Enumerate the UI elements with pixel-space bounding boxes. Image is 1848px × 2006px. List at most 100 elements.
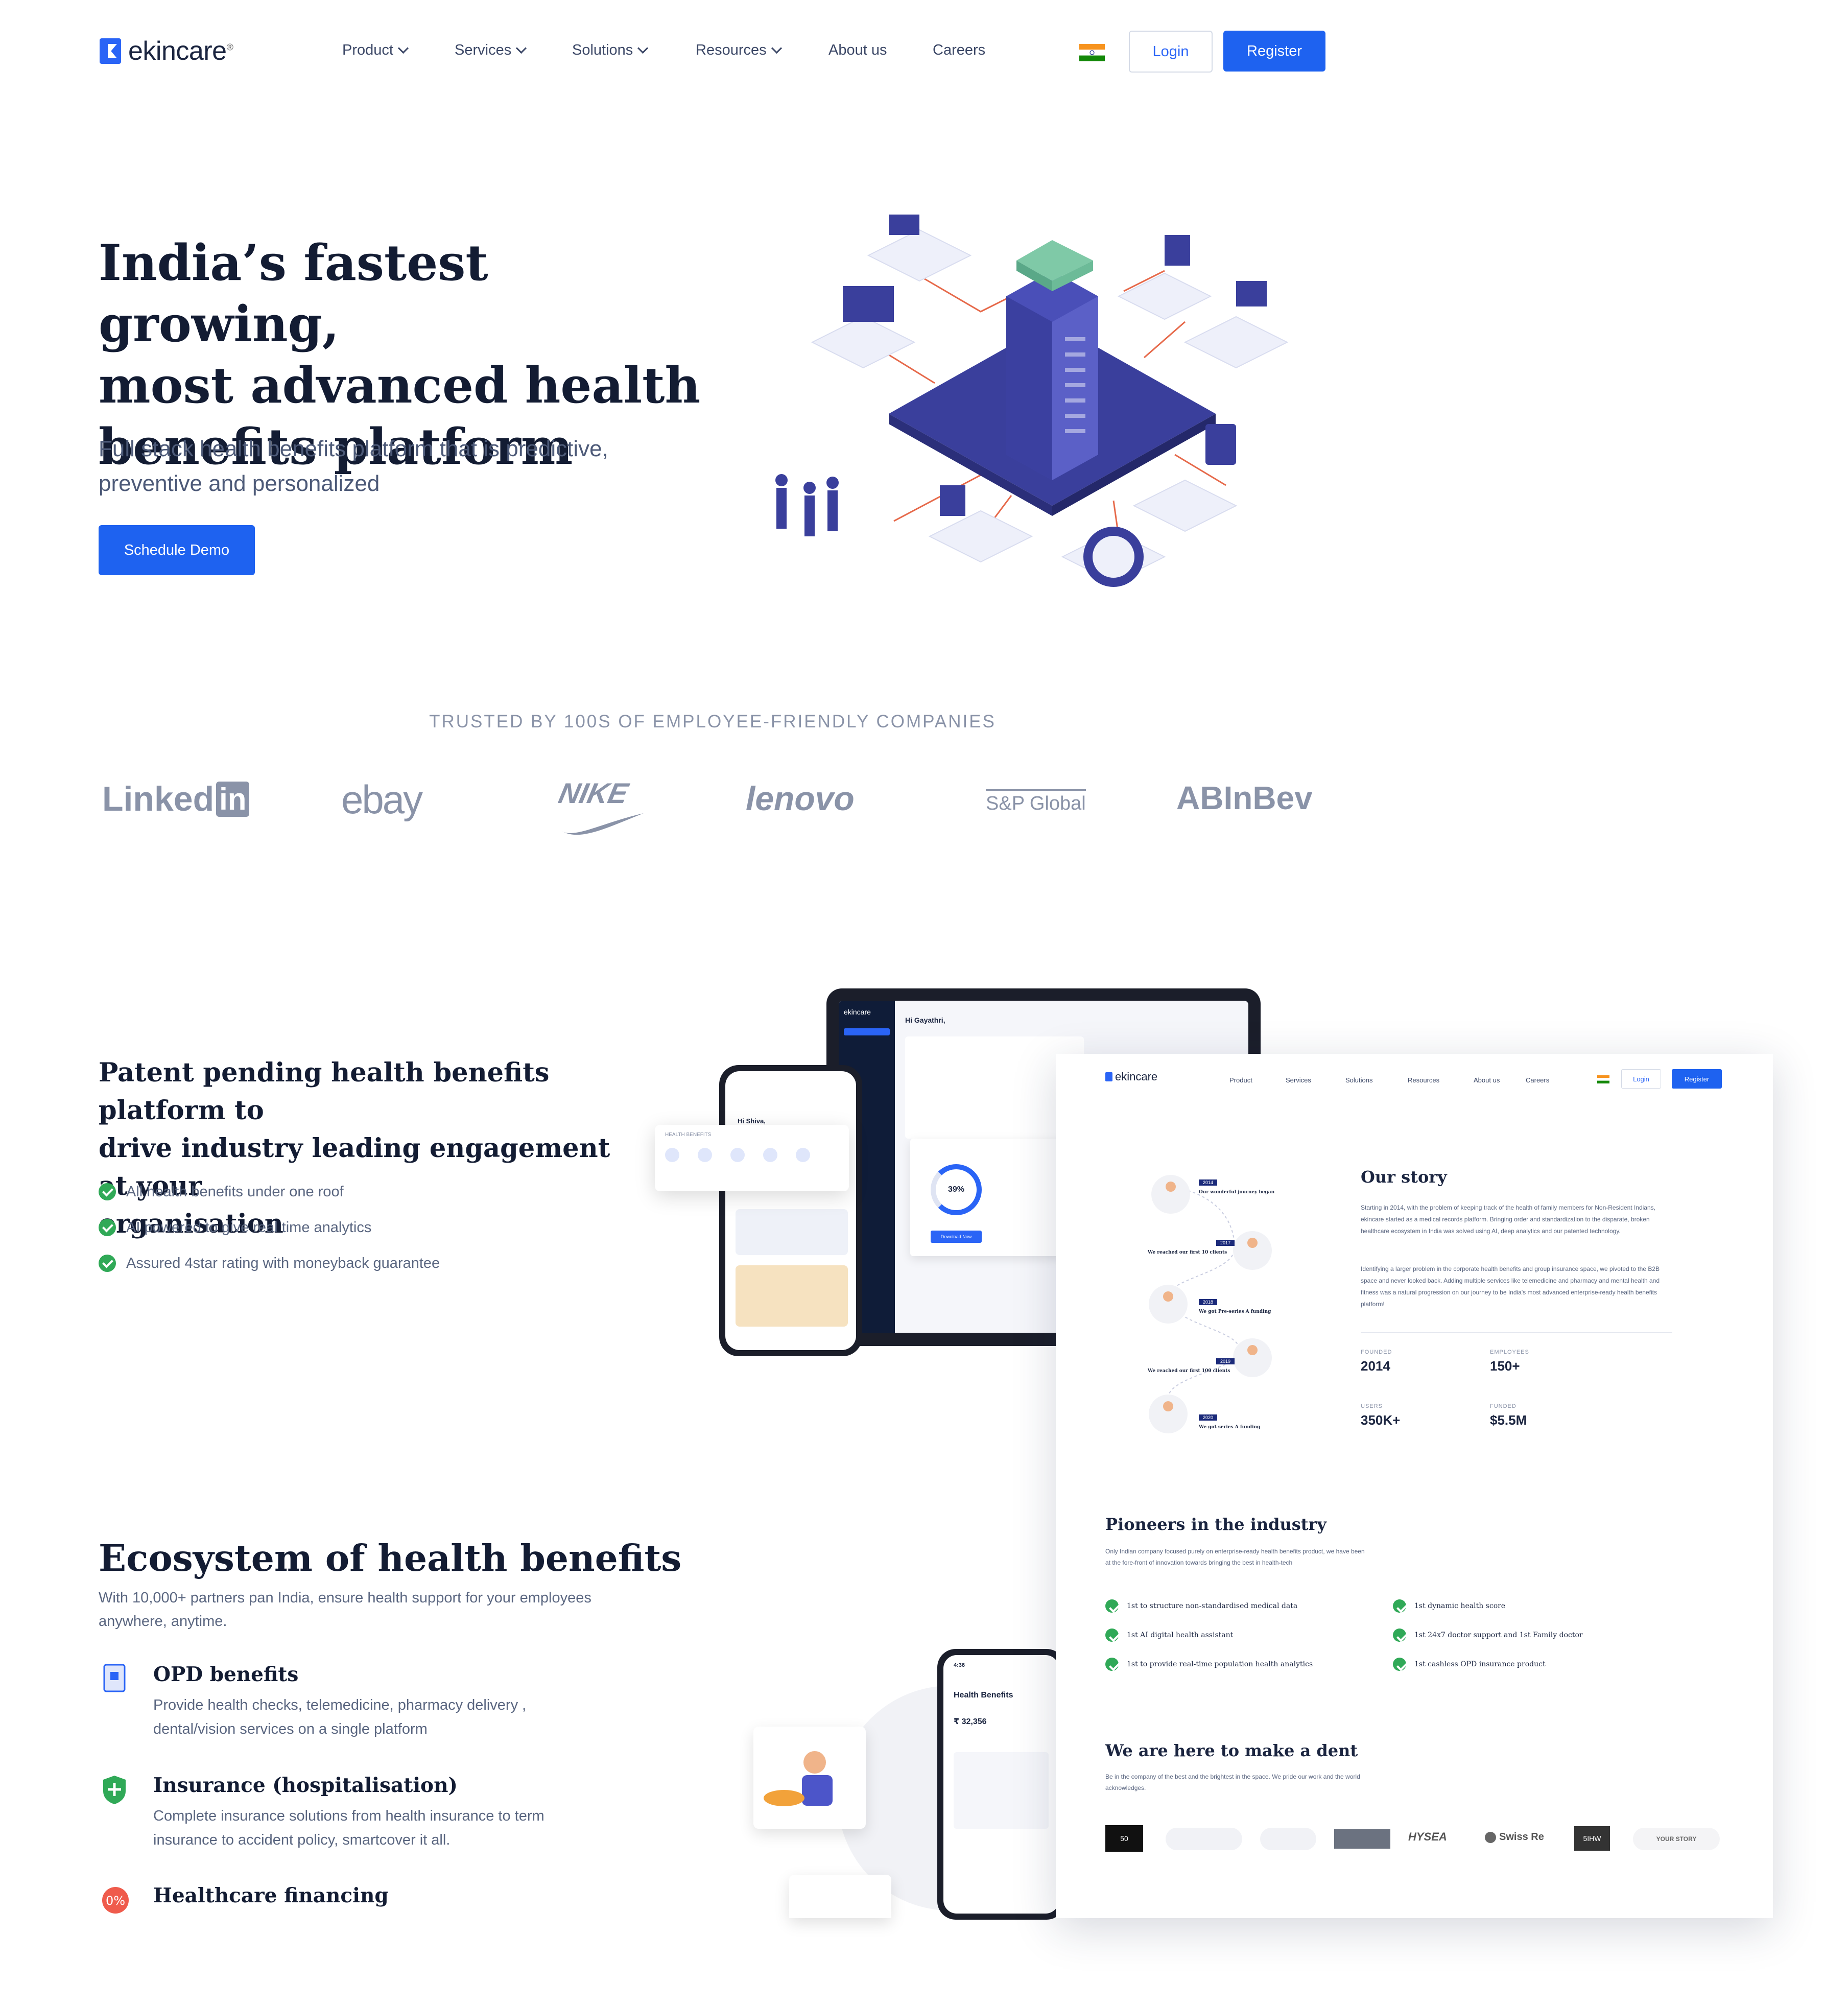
trusted-heading: TRUSTED BY 100S OF EMPLOYEE-FRIENDLY COM…: [429, 712, 996, 731]
nav-services[interactable]: Services: [455, 42, 527, 59]
check-icon: [99, 1183, 116, 1200]
timeline-item: 2014 Our wonderful journey began: [1199, 1179, 1275, 1195]
health-benefits-popup: HEALTH BENEFITS: [655, 1125, 849, 1191]
lenovo-logo: lenovo: [746, 780, 855, 817]
nav-resources[interactable]: Resources: [696, 42, 782, 59]
hero-subtitle: Full stack health benefits platform that…: [99, 436, 608, 496]
ebay-logo: ebay: [341, 777, 423, 822]
nav-careers[interactable]: Careers: [933, 42, 985, 59]
dent-title: We are here to make a dent: [1105, 1741, 1358, 1760]
pioneer-item: 1st AI digital health assistant: [1105, 1629, 1233, 1642]
login-button[interactable]: Login: [1129, 31, 1213, 73]
support-illustration-card: [789, 1875, 891, 1918]
nike-logo: NIKE: [556, 776, 646, 843]
pioneers-subtitle: Only Indian company focused purely on en…: [1105, 1548, 1365, 1566]
pioneer-item: 1st 24x7 doctor support and 1st Family d…: [1393, 1629, 1583, 1642]
abinbev-logo: ABInBev: [1176, 780, 1313, 816]
brand-logo[interactable]: ekincare®: [100, 36, 233, 66]
check-icon: [99, 1255, 116, 1272]
pioneer-item: 1st cashless OPD insurance product: [1393, 1658, 1546, 1671]
timeline-item: 2017 We reached our first 10 clients: [1148, 1240, 1235, 1256]
benefit-icon: [730, 1148, 745, 1162]
healthcare-financing-icon: 0%: [102, 1887, 129, 1914]
about-page-preview-card: ekincare Product Services Solutions Reso…: [1056, 1054, 1773, 1918]
ekincare-logo-icon: [100, 38, 121, 64]
card-nav-about-us: About us: [1474, 1076, 1500, 1084]
our-story-paragraph-1: Starting in 2014, with the problem of ke…: [1361, 1204, 1655, 1235]
sp-global-logo: S&P Global: [986, 789, 1086, 815]
benefit-icon: [796, 1148, 810, 1162]
award-logo: [1166, 1828, 1242, 1850]
check-icon: [1393, 1658, 1406, 1671]
india-flag-icon: [1597, 1075, 1609, 1083]
opd-benefits-icon: [103, 1664, 126, 1692]
stat-employees: EMPLOYEES 150+: [1490, 1349, 1529, 1374]
your-story-logo: YOUR STORY: [1633, 1828, 1720, 1850]
check-icon: [1105, 1658, 1119, 1671]
our-story-title: Our story: [1361, 1167, 1447, 1187]
card-login-button: Login: [1621, 1069, 1661, 1089]
feature-bullet: Assured 4star rating with moneyback guar…: [99, 1255, 440, 1272]
divider: [1361, 1332, 1672, 1333]
phone2-mockup: 4:36 Health Benefits ₹ 32,356: [937, 1649, 1065, 1920]
card-nav-careers: Careers: [1526, 1076, 1550, 1084]
timeline-item: 2018 We got Pre-series A funding: [1199, 1299, 1271, 1314]
chevron-down-icon: [637, 42, 649, 54]
brand-name: ekincare®: [128, 36, 233, 66]
check-icon: [1393, 1599, 1406, 1613]
award-logo: [1334, 1829, 1390, 1849]
nav-solutions[interactable]: Solutions: [572, 42, 649, 59]
schedule-demo-button[interactable]: Schedule Demo: [99, 525, 255, 575]
phone-mockup: Hi Shiva,: [719, 1065, 862, 1356]
stat-founded: FOUNDED 2014: [1361, 1349, 1392, 1374]
ekincare-logo-icon: [1105, 1072, 1112, 1081]
pioneer-item: 1st to provide real-time population heal…: [1105, 1658, 1313, 1671]
swiss-re-logo: Swiss Re: [1485, 1831, 1544, 1843]
opd-benefits-title: OPD benefits: [153, 1663, 299, 1686]
delivery-illustration-card: [753, 1727, 866, 1829]
award-logo-50: 50: [1105, 1825, 1143, 1852]
insurance-desc: Complete insurance solutions from health…: [153, 1808, 544, 1848]
feature-bullet: AI powered to give real time analytics: [99, 1219, 371, 1236]
check-icon: [99, 1219, 116, 1236]
india-flag-icon[interactable]: [1079, 44, 1105, 61]
card-brand-logo: ekincare: [1105, 1070, 1157, 1083]
ecosystem-title: Ecosystem of health benefits: [99, 1537, 682, 1579]
timeline-item: 2019 We reached our first 100 clients: [1148, 1358, 1235, 1375]
benefit-icon: [763, 1148, 777, 1162]
healthcare-financing-title: Healthcare financing: [153, 1884, 389, 1907]
card-nav-solutions: Solutions: [1345, 1076, 1373, 1084]
chevron-down-icon: [397, 42, 409, 54]
delivery-person-icon: [764, 1751, 833, 1806]
card-register-button: Register: [1672, 1069, 1722, 1089]
insurance-title: Insurance (hospitalisation): [153, 1774, 458, 1797]
pioneer-item: 1st dynamic health score: [1393, 1599, 1505, 1613]
pioneer-item: 1st to structure non-standardised medica…: [1105, 1599, 1297, 1613]
chevron-down-icon: [771, 42, 782, 54]
card-nav-resources: Resources: [1408, 1076, 1440, 1084]
svg-text:0%: 0%: [106, 1894, 125, 1908]
download-now-button[interactable]: Download Now: [931, 1231, 982, 1243]
chevron-down-icon: [516, 42, 527, 54]
register-button[interactable]: Register: [1223, 31, 1325, 72]
check-icon: [1393, 1629, 1406, 1642]
check-icon: [1105, 1599, 1119, 1613]
stat-funded: FUNDED $5.5M: [1490, 1403, 1527, 1428]
hysea-logo: HYSEA: [1408, 1830, 1447, 1843]
award-logo-5ihw: 5IHW: [1574, 1826, 1610, 1851]
hero-isometric-illustration: [775, 215, 1289, 587]
our-story-paragraph-2: Identifying a larger problem in the corp…: [1361, 1265, 1660, 1308]
award-logo: [1260, 1828, 1316, 1850]
nav-about-us[interactable]: About us: [828, 42, 887, 59]
swiss-re-icon: [1485, 1831, 1496, 1843]
nav-product[interactable]: Product: [342, 42, 409, 59]
linkedin-logo: Linked in: [102, 779, 250, 819]
insurance-shield-icon: [103, 1776, 126, 1804]
card-nav-product: Product: [1229, 1076, 1252, 1084]
dent-subtitle: Be in the company of the best and the br…: [1105, 1773, 1360, 1791]
check-icon: [1105, 1629, 1119, 1642]
nike-swoosh-icon: [562, 813, 644, 835]
opd-benefits-desc: Provide health checks, telemedicine, pha…: [153, 1697, 527, 1737]
benefit-icon: [665, 1148, 679, 1162]
feature-title: Patent pending health benefits platform …: [99, 1057, 610, 1239]
